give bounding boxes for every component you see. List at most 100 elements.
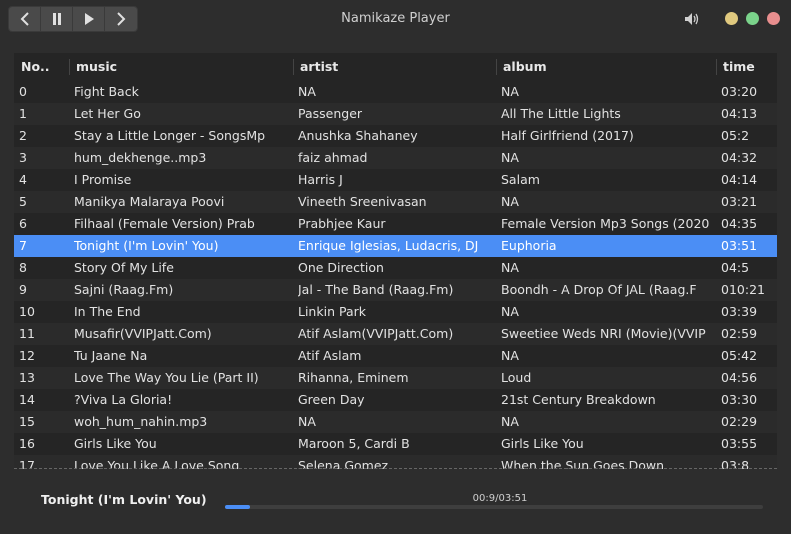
track-music: hum_dekhenge..mp3 <box>74 150 207 165</box>
track-time: 04:32 <box>721 150 758 165</box>
table-row[interactable]: 17 Love You Like A Love Song Selena Gomez W… <box>14 455 777 469</box>
track-music: I Promise <box>74 172 132 187</box>
track-number: 13 <box>19 370 35 385</box>
table-row[interactable]: 0 Fight Back NA NA 03:20 <box>14 81 777 103</box>
track-album: NA <box>501 84 519 99</box>
track-album: Girls Like You <box>501 436 584 451</box>
table-row[interactable]: 10 In The End Linkin Park NA 03:39 <box>14 301 777 323</box>
column-divider[interactable] <box>69 59 70 75</box>
close-button[interactable] <box>767 12 780 25</box>
track-artist: Linkin Park <box>298 304 366 319</box>
track-artist: Vineeth Sreenivasan <box>298 194 427 209</box>
track-artist: Prabhjee Kaur <box>298 216 386 231</box>
track-time: 03:30 <box>721 392 758 407</box>
track-music: Love You Like A Love Song <box>74 458 240 469</box>
table-row[interactable]: 13 Love The Way You Lie (Part II) Rihanna,… <box>14 367 777 389</box>
table-row[interactable]: 2 Stay a Little Longer - SongsMp Anushka S… <box>14 125 777 147</box>
table-row[interactable]: 11 Musafir(VVIPJatt.Com) Atif Aslam(VVIPJa… <box>14 323 777 345</box>
table-row[interactable]: 6 Filhaal (Female Version) Prab Prabhjee K… <box>14 213 777 235</box>
track-artist: Enrique Iglesias, Ludacris, DJ <box>298 238 479 253</box>
track-number: 16 <box>19 436 35 451</box>
maximize-button[interactable] <box>746 12 759 25</box>
track-artist: Green Day <box>298 392 365 407</box>
table-row[interactable]: 15 woh_hum_nahin.mp3 NA NA 02:29 <box>14 411 777 433</box>
track-music: ?Viva La Gloria! <box>74 392 173 407</box>
progress-bar[interactable] <box>225 505 763 509</box>
volume-button[interactable] <box>684 11 700 30</box>
track-album: Female Version Mp3 Songs (2020 <box>501 216 709 231</box>
track-artist: Harris J <box>298 172 343 187</box>
track-time: 05:42 <box>721 348 758 363</box>
track-number: 10 <box>19 304 35 319</box>
table-row[interactable]: 8 Story Of My Life One Direction NA 04:5 <box>14 257 777 279</box>
track-artist: Passenger <box>298 106 363 121</box>
table-row[interactable]: 1 Let Her Go Passenger All The Little Light… <box>14 103 777 125</box>
track-artist: Selena Gomez <box>298 458 389 469</box>
track-artist: NA <box>298 84 316 99</box>
window-title: Namikaze Player <box>341 11 450 26</box>
track-list: No.. music artist album time 0 Fight Back… <box>14 53 777 469</box>
track-artist: NA <box>298 414 316 429</box>
track-album: Half Girlfriend (2017) <box>501 128 634 143</box>
track-album: Salam <box>501 172 540 187</box>
track-album: Sweetiee Weds NRI (Movie)(VVIP <box>501 326 706 341</box>
track-music: Girls Like You <box>74 436 157 451</box>
column-header-music[interactable]: music <box>76 53 117 81</box>
track-artist: faiz ahmad <box>298 150 368 165</box>
track-music: Manikya Malaraya Poovi <box>74 194 225 209</box>
track-time: 010:21 <box>721 282 765 297</box>
track-number: 14 <box>19 392 35 407</box>
track-time: 03:20 <box>721 84 758 99</box>
track-artist: Anushka Shahaney <box>298 128 418 143</box>
table-row[interactable]: 16 Girls Like You Maroon 5, Cardi B Girls L… <box>14 433 777 455</box>
track-album: NA <box>501 304 519 319</box>
track-number: 7 <box>19 238 27 253</box>
track-artist: Atif Aslam <box>298 348 362 363</box>
track-number: 5 <box>19 194 27 209</box>
table-row[interactable]: 5 Manikya Malaraya Poovi Vineeth Sreenivas… <box>14 191 777 213</box>
track-number: 6 <box>19 216 27 231</box>
track-time: 03:8 <box>721 458 750 469</box>
track-album: NA <box>501 348 519 363</box>
table-row[interactable]: 7 Tonight (I'm Lovin' You) Enrique Iglesia… <box>14 235 777 257</box>
track-time: 05:2 <box>721 128 750 143</box>
track-album: 21st Century Breakdown <box>501 392 656 407</box>
track-album: Euphoria <box>501 238 557 253</box>
column-divider[interactable] <box>496 59 497 75</box>
track-album: All The Little Lights <box>501 106 621 121</box>
column-header-artist[interactable]: artist <box>300 53 338 81</box>
table-header: No.. music artist album time <box>14 53 777 81</box>
title-bar: Namikaze Player <box>0 0 791 38</box>
table-row[interactable]: 3 hum_dekhenge..mp3 faiz ahmad NA 04:32 <box>14 147 777 169</box>
track-album: Loud <box>501 370 532 385</box>
track-time: 02:29 <box>721 414 758 429</box>
track-time: 03:39 <box>721 304 758 319</box>
track-time: 03:55 <box>721 436 758 451</box>
column-header-time[interactable]: time <box>723 53 755 81</box>
progress-fill <box>225 505 251 509</box>
track-artist: Rihanna, Eminem <box>298 370 409 385</box>
column-header-no[interactable]: No.. <box>21 53 50 81</box>
column-divider[interactable] <box>293 59 294 75</box>
track-time: 04:14 <box>721 172 758 187</box>
track-music: Tu Jaane Na <box>74 348 148 363</box>
table-row[interactable]: 12 Tu Jaane Na Atif Aslam NA 05:42 <box>14 345 777 367</box>
list-end-divider <box>14 468 777 469</box>
track-number: 17 <box>19 458 35 469</box>
track-album: When the Sun Goes Down <box>501 458 665 469</box>
column-divider[interactable] <box>716 59 717 75</box>
column-header-album[interactable]: album <box>503 53 547 81</box>
track-time: 03:21 <box>721 194 758 209</box>
track-music: Tonight (I'm Lovin' You) <box>74 238 219 253</box>
table-row[interactable]: 4 I Promise Harris J Salam 04:14 <box>14 169 777 191</box>
minimize-button[interactable] <box>725 12 738 25</box>
track-number: 8 <box>19 260 27 275</box>
track-number: 4 <box>19 172 27 187</box>
track-album: NA <box>501 414 519 429</box>
track-music: woh_hum_nahin.mp3 <box>74 414 208 429</box>
table-row[interactable]: 9 Sajni (Raag.Fm) Jal - The Band (Raag.Fm)… <box>14 279 777 301</box>
time-readout: 00:9/03:51 <box>472 493 528 504</box>
track-album: NA <box>501 194 519 209</box>
track-time: 04:35 <box>721 216 758 231</box>
table-row[interactable]: 14 ?Viva La Gloria! Green Day 21st Century … <box>14 389 777 411</box>
